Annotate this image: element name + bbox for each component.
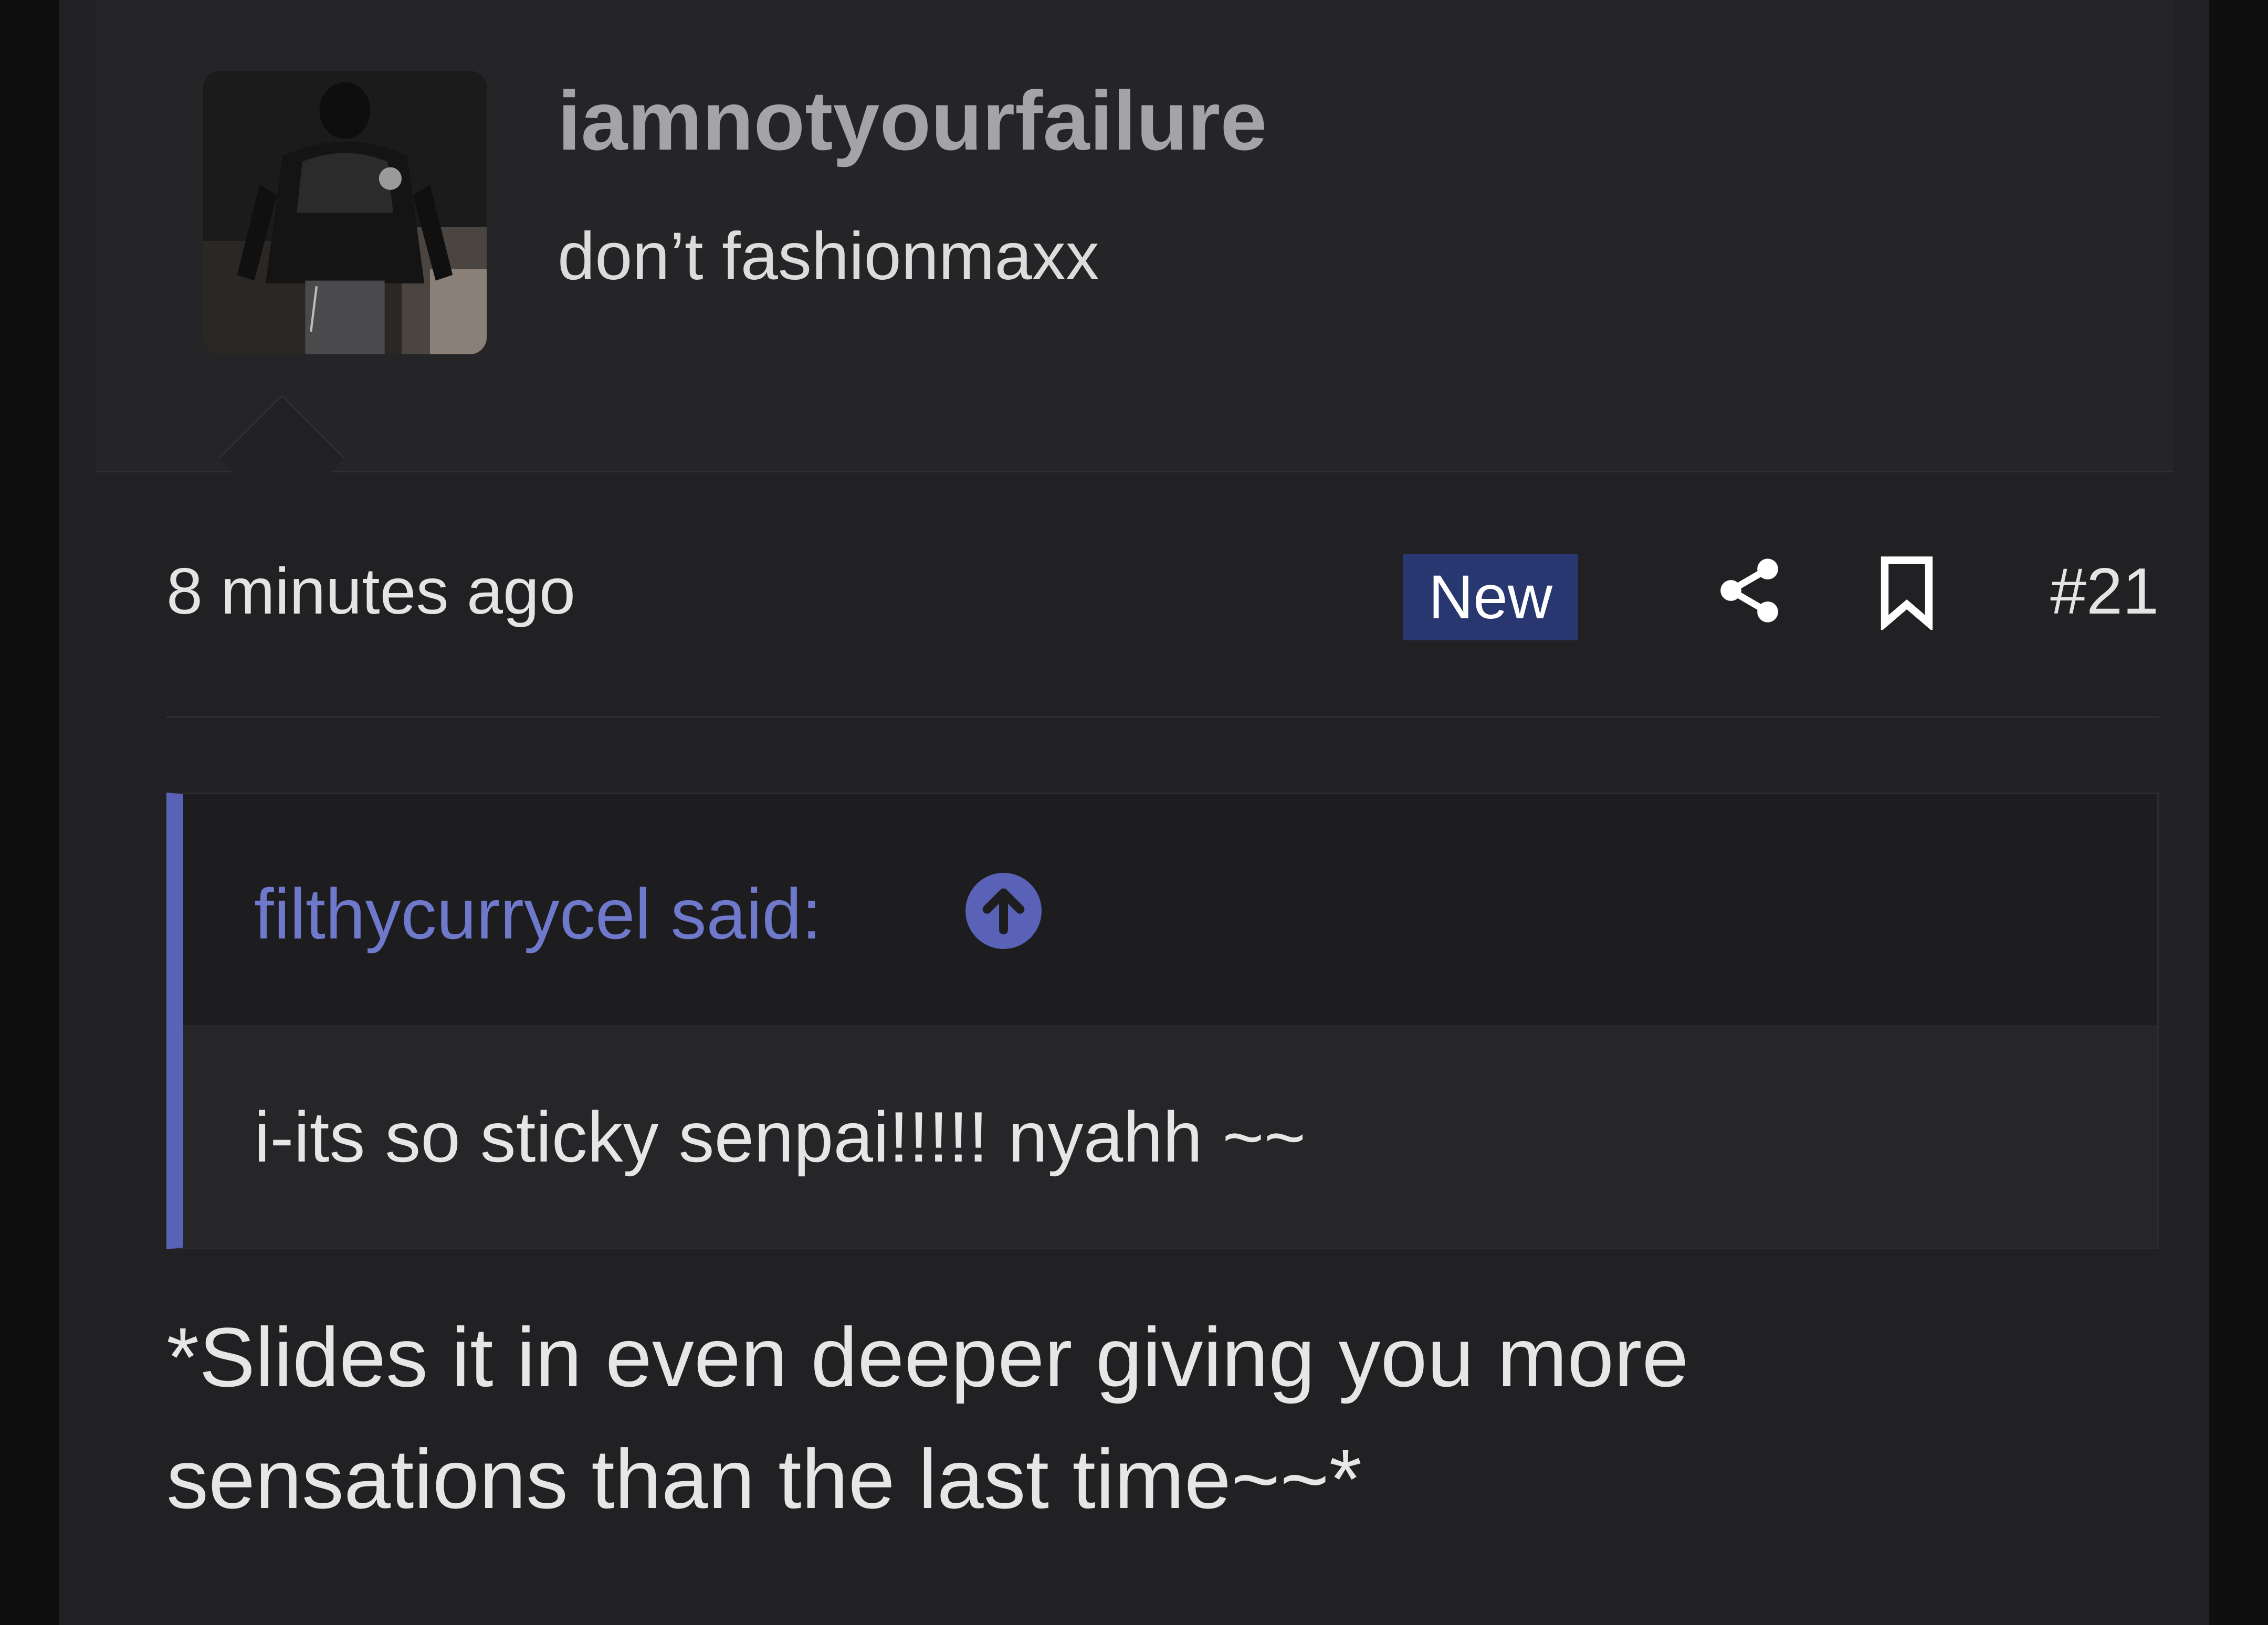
- divider: [166, 716, 2159, 718]
- post-timestamp[interactable]: 8 minutes ago: [166, 559, 575, 624]
- new-badge: New: [1403, 554, 1578, 640]
- quote-attribution[interactable]: filthycurrycel said:: [254, 878, 822, 949]
- bookmark-icon[interactable]: [1875, 554, 1938, 630]
- username[interactable]: iamnotyourfailure: [558, 79, 1267, 163]
- quote-header: filthycurrycel said:: [183, 794, 2157, 1025]
- post-body-line-1: *Slides it in even deeper giving you mor…: [166, 1310, 1689, 1404]
- pointer-mask: [216, 474, 353, 542]
- post-body-line-2: sensations than the last time~~*: [166, 1432, 1362, 1526]
- arrow-up-circle-icon[interactable]: [965, 873, 1042, 949]
- avatar[interactable]: [203, 71, 487, 354]
- avatar-photo: [203, 71, 487, 354]
- forum-post: iamnotyourfailure don’t fashionmaxx 8 mi…: [59, 0, 2209, 1625]
- post-number-link[interactable]: #21: [1980, 559, 2159, 624]
- user-title: don’t fashionmaxx: [558, 219, 1099, 294]
- post-user-header: iamnotyourfailure don’t fashionmaxx: [96, 0, 2174, 472]
- quote-content: i-its so sticky senpai!!!!! nyahh ~~: [254, 1097, 1306, 1177]
- share-icon[interactable]: [1713, 551, 1786, 630]
- post-body: *Slides it in even deeper giving you mor…: [166, 1296, 2159, 1540]
- quote-block: filthycurrycel said: i-its so sticky sen…: [166, 793, 2159, 1249]
